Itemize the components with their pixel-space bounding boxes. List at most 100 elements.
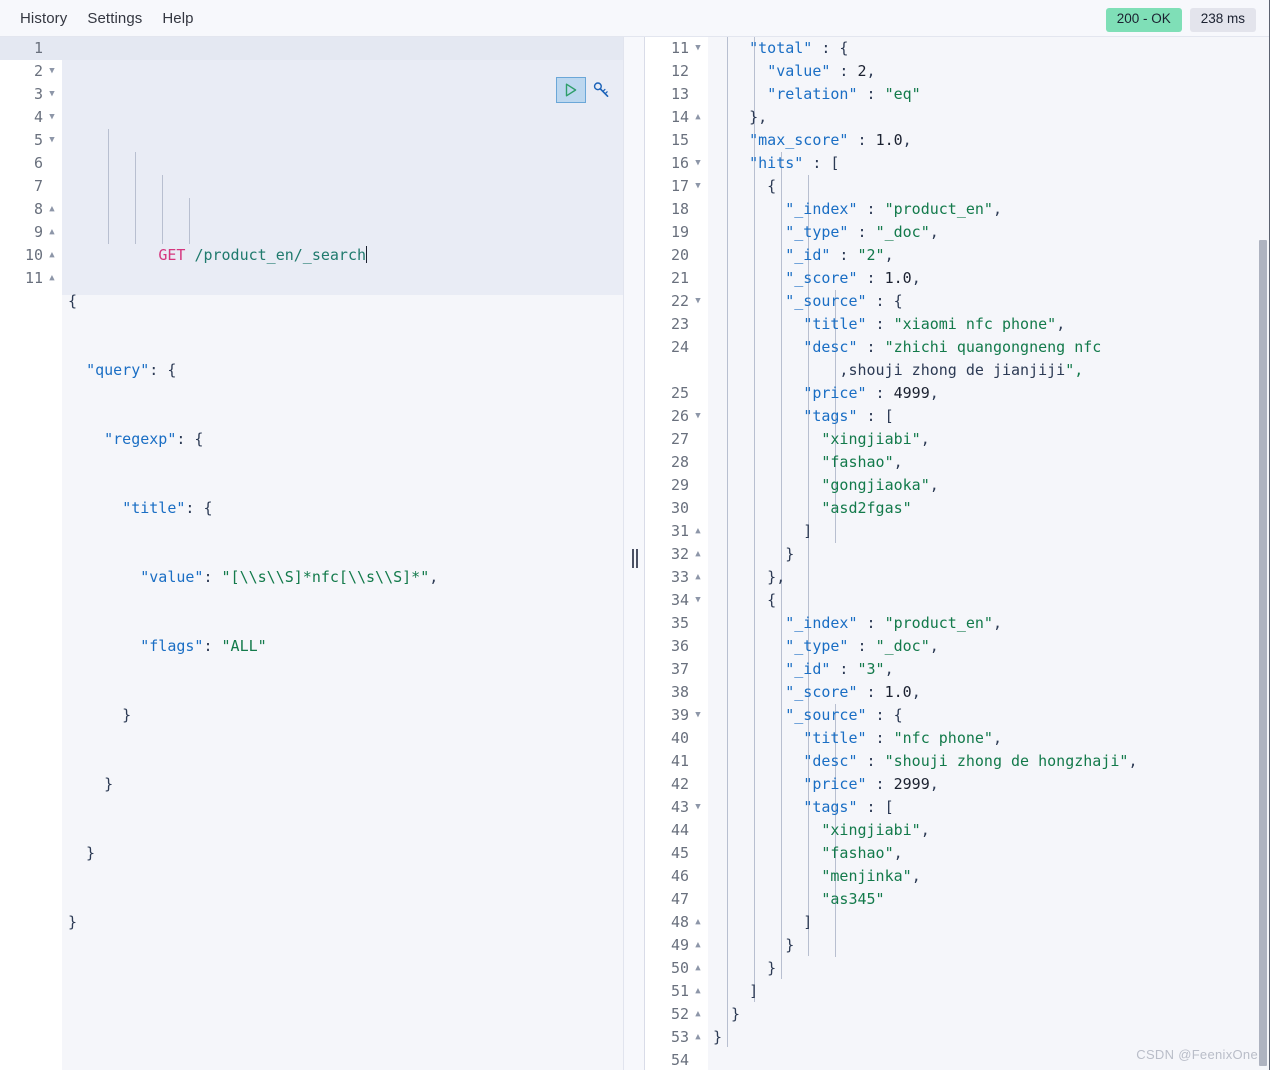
request-line: }: [68, 775, 114, 793]
line-number: 17 ▼: [645, 175, 708, 198]
splitter-drag-handle[interactable]: [631, 548, 638, 568]
response-line: ]: [713, 522, 813, 540]
editor-split-panes: 1 2 ▼ 3 ▼ 4 ▼ 5 ▼ 6 7 8 ▲ 9 ▲ 10 ▲ 11 ▲ GET /product_en/_s…: [0, 37, 1270, 1070]
text-caret: [366, 246, 368, 263]
line-number: 5 ▼: [0, 129, 62, 152]
menu-item-history[interactable]: History: [10, 6, 77, 31]
response-scrollbar[interactable]: [1256, 37, 1270, 1070]
request-line: }: [68, 844, 96, 862]
response-line: ,shouji zhong de jianjiji",: [713, 361, 1084, 379]
response-line: "xingjiabi",: [821, 821, 930, 839]
line-number: 35: [670, 614, 689, 632]
response-line: "tags" : [: [803, 407, 894, 425]
line-number: [645, 359, 708, 382]
line-number: 7: [33, 177, 43, 195]
response-line: "gongjiaoka",: [821, 476, 939, 494]
response-code-area[interactable]: "total" : { "value" : 2, "relation" : "e…: [713, 37, 1270, 1070]
response-line: }: [713, 1028, 723, 1046]
pane-splitter[interactable]: [623, 37, 645, 1070]
fold-expand-icon[interactable]: ▲: [46, 267, 58, 290]
line-number: 27: [670, 430, 689, 448]
wrench-icon[interactable]: [590, 78, 612, 102]
fold-collapse-icon[interactable]: ▼: [692, 152, 704, 175]
line-number: 51 ▲: [645, 980, 708, 1003]
fold-expand-icon[interactable]: ▲: [692, 1003, 704, 1026]
fold-collapse-icon[interactable]: ▼: [692, 704, 704, 727]
fold-expand-icon[interactable]: ▲: [692, 934, 704, 957]
line-number: 45: [670, 844, 689, 862]
line-number: 39 ▼: [645, 704, 708, 727]
line-number: 33 ▲: [645, 566, 708, 589]
fold-expand-icon[interactable]: ▲: [46, 198, 58, 221]
fold-collapse-icon[interactable]: ▼: [46, 60, 58, 83]
line-number: 11 ▼: [645, 37, 708, 60]
fold-expand-icon[interactable]: ▲: [692, 566, 704, 589]
fold-expand-icon[interactable]: ▲: [692, 543, 704, 566]
line-number: 30: [670, 499, 689, 517]
line-number: 32 ▲: [645, 543, 708, 566]
response-line: "fashao",: [821, 844, 903, 862]
line-number: 25: [670, 384, 689, 402]
request-line: GET /product_en/_search: [68, 221, 621, 264]
response-scrollbar-thumb[interactable]: [1259, 240, 1267, 1066]
menu-item-help[interactable]: Help: [152, 6, 203, 31]
response-line: "xingjiabi",: [821, 430, 930, 448]
line-number: 23: [670, 315, 689, 333]
line-number: 44: [670, 821, 689, 839]
line-number: 46: [670, 867, 689, 885]
response-line: "_id" : "3",: [785, 660, 894, 678]
response-line: },: [713, 108, 768, 126]
send-request-play-icon[interactable]: [556, 77, 586, 103]
line-number: 16 ▼: [645, 152, 708, 175]
line-number: 13: [670, 85, 689, 103]
fold-expand-icon[interactable]: ▲: [46, 244, 58, 267]
request-line: {: [68, 292, 78, 310]
menu-item-settings[interactable]: Settings: [77, 6, 152, 31]
request-url-path: /product_en/_search: [194, 246, 367, 264]
fold-expand-icon[interactable]: ▲: [692, 1026, 704, 1049]
watermark-text: CSDN @FeenixOne: [1136, 1047, 1258, 1062]
response-line: {: [713, 177, 777, 195]
response-status-group: 200 - OK 238 ms: [1105, 8, 1256, 32]
response-line: ]: [713, 913, 813, 931]
fold-collapse-icon[interactable]: ▼: [692, 290, 704, 313]
response-line: "title" : "xiaomi nfc phone",: [803, 315, 1066, 333]
line-number: 48 ▲: [645, 911, 708, 934]
fold-collapse-icon[interactable]: ▼: [46, 83, 58, 106]
fold-collapse-icon[interactable]: ▼: [692, 175, 704, 198]
line-number: 10 ▲: [0, 244, 62, 267]
response-line: "_type" : "_doc",: [785, 223, 939, 241]
response-viewer-pane[interactable]: 11 ▼ 12 13 14 ▲ 15 16 ▼ 17 ▼ 18 19 20 21 22 ▼ 23 24 25 26 ▼ 27…: [645, 37, 1270, 1070]
fold-expand-icon[interactable]: ▲: [692, 980, 704, 1003]
request-method: GET: [158, 246, 186, 264]
top-menu-bar: History Settings Help 200 - OK 238 ms: [0, 0, 1270, 37]
fold-expand-icon[interactable]: ▲: [46, 221, 58, 244]
response-line: "_id" : "2",: [785, 246, 894, 264]
response-line: "max_score" : 1.0,: [749, 131, 912, 149]
line-number: 6: [33, 154, 43, 172]
response-line: "desc" : "shouji zhong de hongzhaji",: [803, 752, 1138, 770]
line-number: 54: [670, 1051, 689, 1069]
fold-collapse-icon[interactable]: ▼: [692, 37, 704, 60]
fold-collapse-icon[interactable]: ▼: [46, 129, 58, 152]
response-line: }: [713, 959, 777, 977]
fold-expand-icon[interactable]: ▲: [692, 911, 704, 934]
request-line: "regexp": {: [104, 430, 204, 448]
line-number: 28: [670, 453, 689, 471]
fold-expand-icon[interactable]: ▲: [692, 520, 704, 543]
request-line: "flags": "ALL": [140, 637, 267, 655]
fold-expand-icon[interactable]: ▲: [692, 957, 704, 980]
fold-collapse-icon[interactable]: ▼: [692, 589, 704, 612]
line-number: 42: [670, 775, 689, 793]
response-line: "menjinka",: [821, 867, 921, 885]
response-line-numbers: 11 ▼ 12 13 14 ▲ 15 16 ▼ 17 ▼ 18 19 20 21 22 ▼ 23 24 25 26 ▼ 27…: [645, 37, 708, 1070]
request-editor-pane[interactable]: 1 2 ▼ 3 ▼ 4 ▼ 5 ▼ 6 7 8 ▲ 9 ▲ 10 ▲ 11 ▲ GET /product_en/_s…: [0, 37, 623, 1070]
line-number: 15: [670, 131, 689, 149]
request-code-area[interactable]: GET /product_en/_search { "query": { "re…: [68, 37, 621, 980]
fold-collapse-icon[interactable]: ▼: [46, 106, 58, 129]
response-line: {: [713, 591, 777, 609]
fold-collapse-icon[interactable]: ▼: [692, 405, 704, 428]
fold-expand-icon[interactable]: ▲: [692, 106, 704, 129]
response-line: "relation" : "eq": [767, 85, 921, 103]
fold-collapse-icon[interactable]: ▼: [692, 796, 704, 819]
